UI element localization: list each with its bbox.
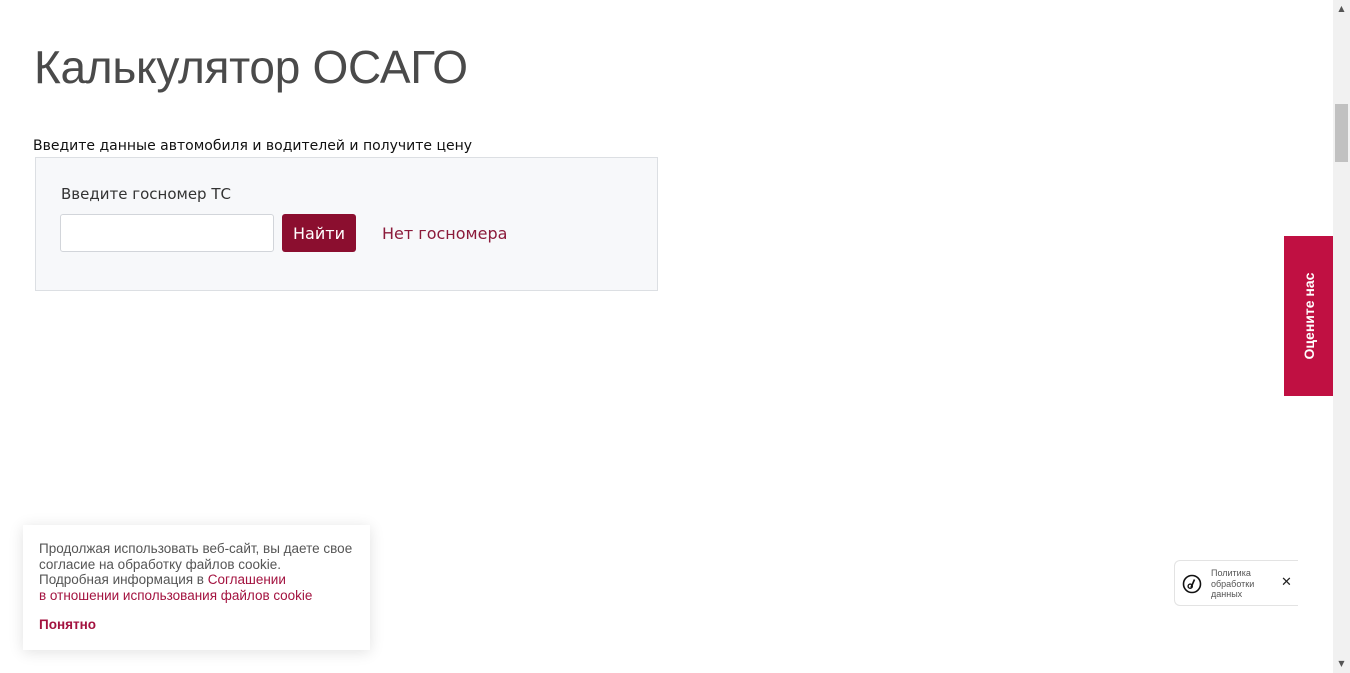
cookie-text: Продолжая использовать веб-сайт, вы дает… [39, 541, 354, 603]
cookie-banner: Продолжая использовать веб-сайт, вы дает… [23, 525, 370, 650]
vertical-scrollbar[interactable]: ▲ ▼ [1333, 0, 1350, 673]
plate-number-input[interactable] [60, 214, 274, 252]
scrollbar-thumb[interactable] [1335, 104, 1348, 162]
cookie-agreement-link-continued[interactable]: в отношении использования файлов cookie [39, 588, 312, 603]
page-title: Калькулятор ОСАГО [34, 41, 468, 93]
scroll-up-arrow-icon[interactable]: ▲ [1333, 2, 1350, 16]
privacy-policy-widget: Политика обработки данных ✕ [1174, 560, 1298, 606]
find-button[interactable]: Найти [282, 214, 356, 252]
no-plate-link[interactable]: Нет госномера [382, 224, 507, 243]
plate-search-panel: Введите госномер ТС Найти Нет госномера [35, 157, 658, 291]
privacy-logo-icon[interactable] [1182, 574, 1202, 594]
scroll-down-arrow-icon[interactable]: ▼ [1333, 657, 1350, 671]
cookie-message: Продолжая использовать веб-сайт, вы дает… [39, 541, 353, 587]
feedback-tab[interactable]: Оцените нас [1284, 236, 1333, 396]
close-icon[interactable]: ✕ [1281, 576, 1292, 590]
privacy-policy-label[interactable]: Политика обработки данных [1211, 568, 1271, 600]
privacy-label-line3: данных [1211, 589, 1243, 599]
feedback-tab-label: Оцените нас [1300, 272, 1317, 360]
privacy-label-line2: обработки [1211, 578, 1255, 589]
privacy-label-line1: Политика [1211, 568, 1251, 578]
cookie-accept-button[interactable]: Понятно [39, 617, 96, 633]
plate-field-label: Введите госномер ТС [61, 185, 231, 203]
cookie-agreement-link[interactable]: Соглашении [208, 572, 286, 587]
page-subtitle: Введите данные автомобиля и водителей и … [33, 138, 473, 154]
